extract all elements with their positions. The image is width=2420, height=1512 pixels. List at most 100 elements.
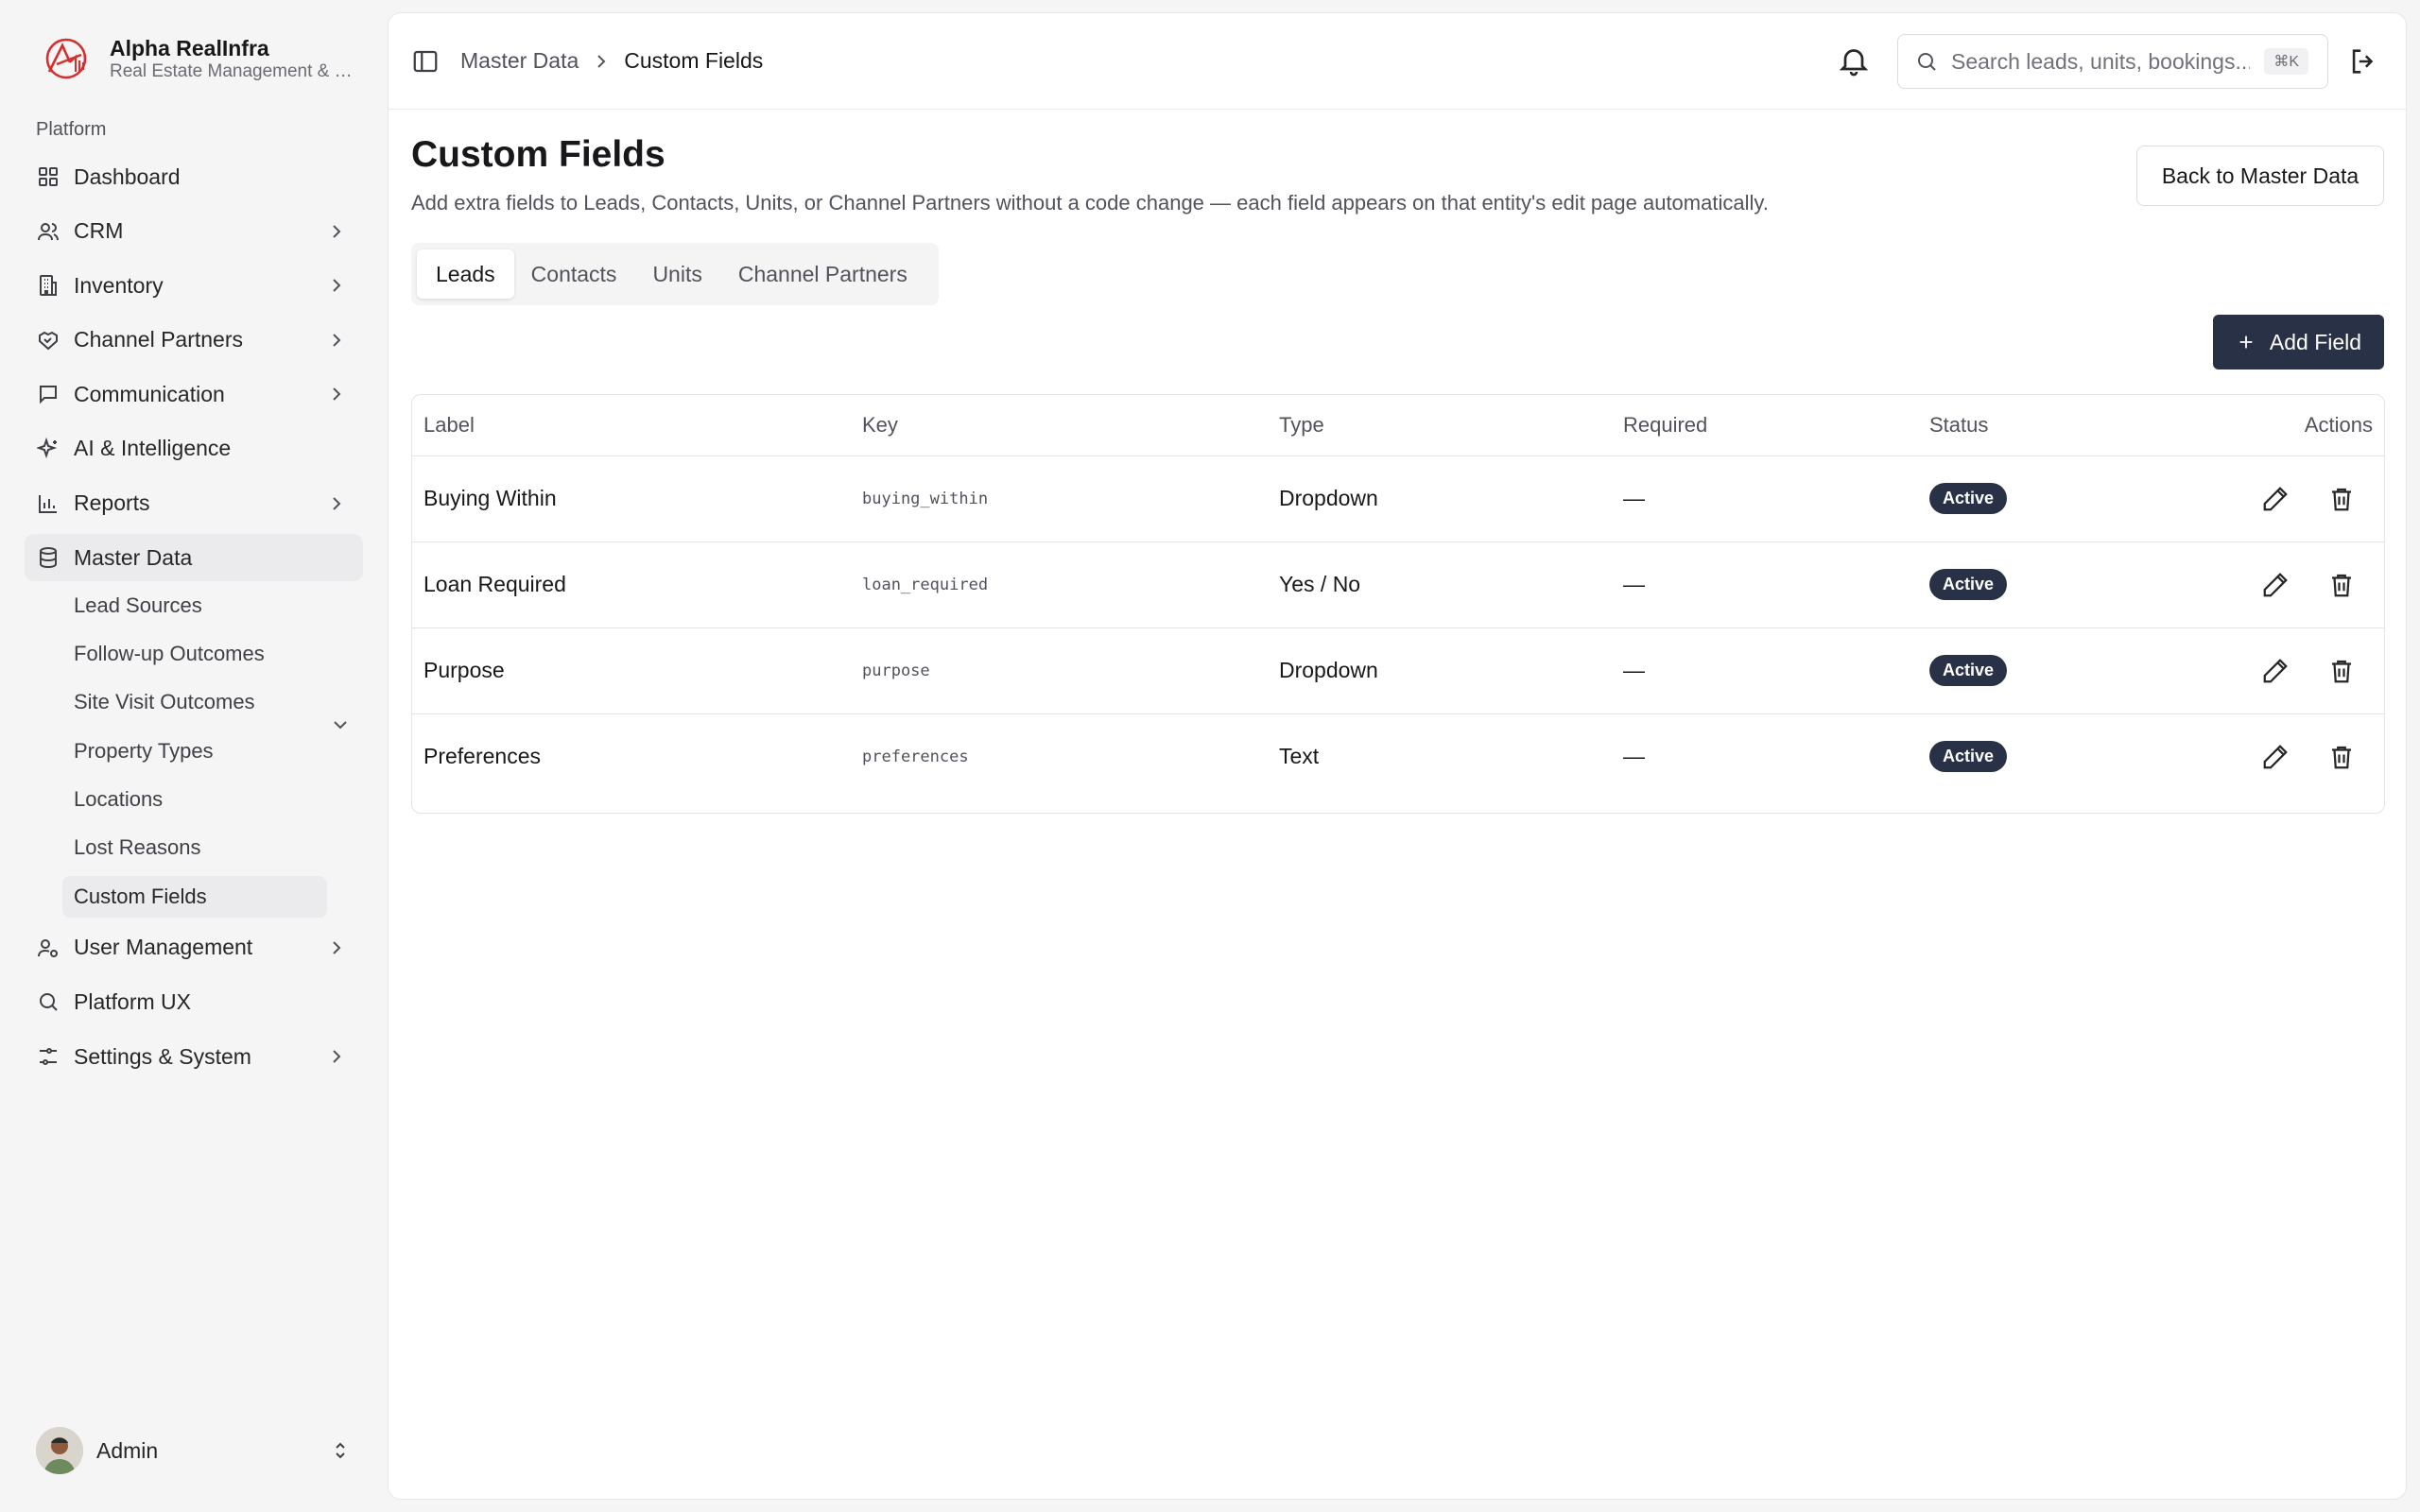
column-header-type: Type [1279,395,1623,456]
custom-fields-table: Label Key Type Required Status Actions B… [411,394,2385,814]
table-row: Loan Required loan_required Yes / No — A… [412,541,2384,628]
breadcrumb-master-data[interactable]: Master Data [460,48,579,74]
sidebar-item-label: Platform UX [74,988,191,1014]
sidebar-item-channel-partners[interactable]: Channel Partners [25,317,363,364]
cell-type: Text [1279,744,1320,769]
tab-contacts[interactable]: Contacts [512,249,636,299]
sidebar-item-communication[interactable]: Communication [25,370,363,418]
chevron-right-icon [325,383,348,405]
user-name: Admin [96,1437,159,1463]
sidebar-item-dashboard[interactable]: Dashboard [25,153,363,200]
plus-icon [2239,335,2253,349]
subnav-item-locations[interactable]: Locations [62,779,327,820]
sidebar-item-label: Dashboard [74,163,181,189]
column-header-actions: Actions [2175,395,2384,456]
sidebar-nav: Dashboard CRM Inventory Channel Partners [25,153,363,1088]
sidebar-item-label: Inventory [74,272,164,298]
sidebar-item-settings-system[interactable]: Settings & System [25,1033,363,1080]
topbar: Master Data Custom Fields ⌘K [389,13,2406,110]
cell-status: Active [1929,455,2175,542]
cell-label: Loan Required [412,541,862,628]
brand[interactable]: Alpha RealInfra Real Estate Management &… [42,34,355,83]
message-icon [36,382,60,406]
column-header-key: Key [862,395,1279,456]
edit-pencil-icon[interactable] [2261,571,2290,599]
sidebar-item-label: User Management [74,935,253,960]
column-header-required: Required [1623,395,1929,456]
cell-label: Buying Within [412,455,862,542]
user-menu[interactable]: Admin [36,1426,352,1475]
sidebar-item-label: Reports [74,490,150,516]
users-icon [36,219,60,244]
sidebar-item-label: CRM [74,218,124,244]
sidebar-item-user-management[interactable]: User Management [25,924,363,971]
subnav-item-follow-up-outcomes[interactable]: Follow-up Outcomes [62,633,327,675]
add-field-button[interactable]: Add Field [2213,315,2384,369]
sidebar-item-label: Communication [74,381,225,406]
subnav-item-site-visit-outcomes[interactable]: Site Visit Outcomes [62,681,327,723]
chevron-right-icon [325,329,348,352]
column-header-status: Status [1929,395,2175,456]
chevron-right-icon [325,274,348,297]
bell-icon[interactable] [1837,43,1871,77]
sidebar-item-platform-ux[interactable]: Platform UX [25,978,363,1025]
delete-trash-icon[interactable] [2327,743,2356,771]
cell-actions [2175,713,2384,799]
edit-pencil-icon[interactable] [2261,657,2290,685]
chevron-right-icon [590,50,613,73]
sidebar-item-ai-intelligence[interactable]: AI & Intelligence [25,425,363,472]
search-input[interactable] [1951,48,2250,75]
delete-trash-icon[interactable] [2327,571,2356,599]
status-badge: Active [1929,569,2008,600]
tab-channel-partners[interactable]: Channel Partners [719,249,926,299]
cell-key: preferences [862,747,969,766]
column-header-label: Label [412,395,862,456]
search-icon [1915,50,1938,73]
cell-type: Yes / No [1279,541,1623,628]
tab-units[interactable]: Units [633,249,720,299]
logout-icon[interactable] [2347,45,2379,77]
search-box[interactable]: ⌘K [1897,34,2328,89]
back-to-master-data-button[interactable]: Back to Master Data [2136,146,2384,206]
add-field-label: Add Field [2269,329,2362,354]
cell-status: Active [1929,541,2175,628]
table-row: Preferences preferences Text — Active [412,713,2384,799]
sidebar-group-label: Platform [36,119,107,140]
subnav-item-lead-sources[interactable]: Lead Sources [62,585,327,627]
handshake-icon [36,328,60,352]
edit-pencil-icon[interactable] [2261,485,2290,513]
database-icon [36,545,60,570]
delete-trash-icon[interactable] [2327,485,2356,513]
sidebar-item-inventory[interactable]: Inventory [25,262,363,309]
chevrons-up-down-icon [329,1439,352,1462]
sidebar-toggle-icon[interactable] [411,47,440,76]
edit-pencil-icon[interactable] [2261,743,2290,771]
page-title: Custom Fields [411,134,666,175]
cell-label: Purpose [412,627,862,714]
sidebar-item-master-data[interactable]: Master Data [25,534,363,582]
cell-actions [2175,455,2384,542]
sliders-icon [36,1044,60,1069]
table-row: Purpose purpose Dropdown — Active [412,627,2384,714]
sidebar-item-reports[interactable]: Reports [25,480,363,527]
cell-status: Active [1929,627,2175,714]
chevron-down-icon[interactable] [329,713,352,736]
search-icon [36,989,60,1014]
sidebar: Alpha RealInfra Real Estate Management &… [0,0,386,1512]
chevron-right-icon [325,492,348,515]
cell-required: — [1623,627,1929,714]
subnav-item-custom-fields[interactable]: Custom Fields [62,875,327,918]
subnav-item-lost-reasons[interactable]: Lost Reasons [62,827,327,868]
status-badge: Active [1929,741,2008,773]
delete-trash-icon[interactable] [2327,657,2356,685]
cell-key: loan_required [862,541,1279,628]
grid-icon [36,164,60,189]
cell-required: — [1623,541,1929,628]
sidebar-item-label: Channel Partners [74,327,243,352]
subnav-item-property-types[interactable]: Property Types [62,730,327,772]
sidebar-item-label: Master Data [74,544,193,570]
building-icon [36,273,60,298]
tab-leads[interactable]: Leads [417,249,514,299]
sidebar-item-crm[interactable]: CRM [25,208,363,255]
cell-label: Preferences [424,744,542,769]
